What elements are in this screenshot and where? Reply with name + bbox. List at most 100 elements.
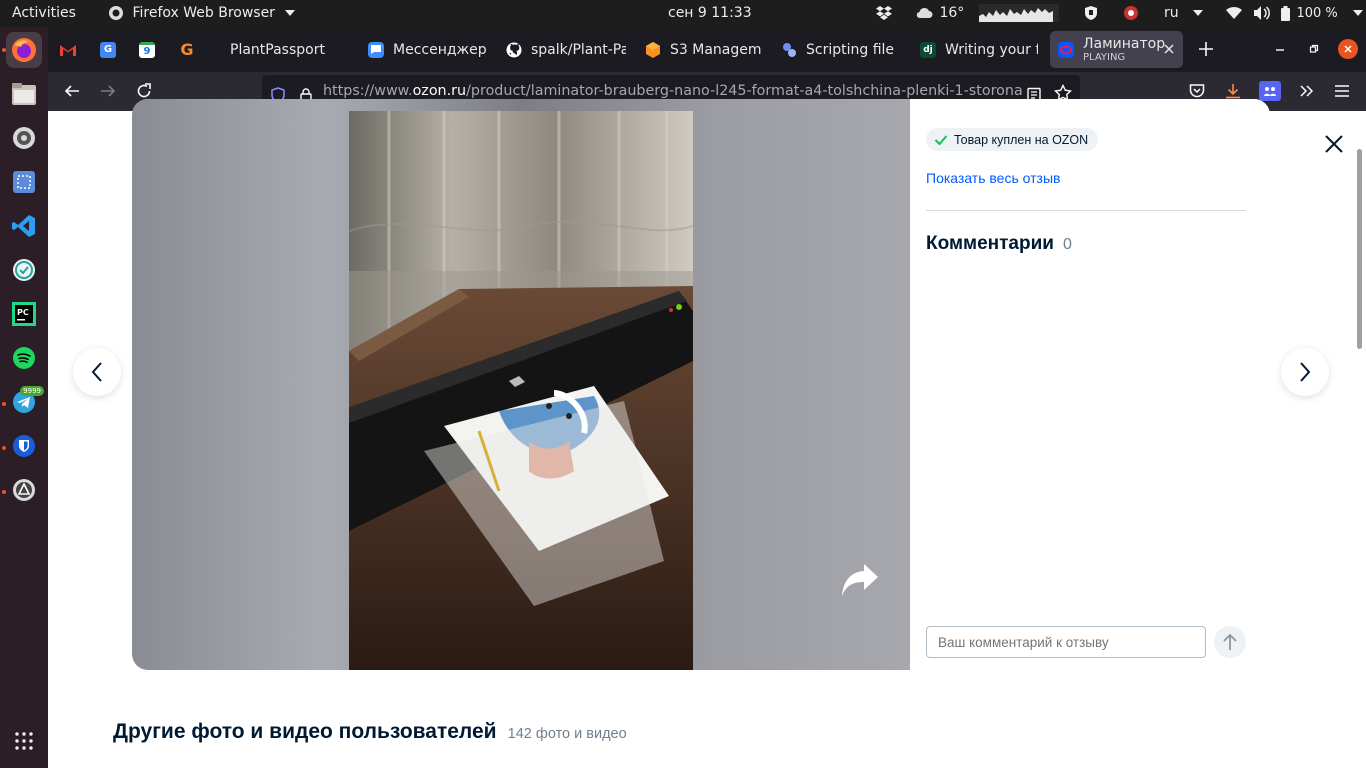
dock-files[interactable] xyxy=(6,76,42,112)
forward-button[interactable] xyxy=(98,81,118,101)
dock-telegram[interactable]: 9999 xyxy=(6,384,44,420)
dock-network-app[interactable] xyxy=(6,252,42,288)
minimize-button[interactable] xyxy=(1270,39,1290,59)
bitwarden-icon xyxy=(13,435,35,457)
ubuntu-dock: PC 9999 xyxy=(0,27,48,768)
dock-settings[interactable] xyxy=(6,120,42,156)
pycharm-icon: PC xyxy=(12,302,36,326)
close-modal-button[interactable] xyxy=(1324,134,1344,154)
dock-pycharm[interactable]: PC xyxy=(6,296,42,332)
minimize-icon xyxy=(1276,49,1284,51)
section-title: Другие фото и видео пользователей xyxy=(113,720,497,743)
system-monitor-graph[interactable] xyxy=(979,0,1059,27)
back-button[interactable] xyxy=(62,81,82,101)
url-prefix: https://www. xyxy=(323,83,413,99)
tab-grammarly[interactable]: G xyxy=(179,31,203,68)
tab-plantpassport[interactable]: PlantPassport xyxy=(230,31,348,68)
tab-label: Writing your fi xyxy=(945,41,1038,58)
firefox-icon xyxy=(12,38,36,62)
app-menu-label: Firefox Web Browser xyxy=(132,5,275,21)
dock-bitwarden[interactable] xyxy=(6,428,42,464)
tab-django[interactable]: dj Writing your fi xyxy=(920,31,1038,68)
scripting-icon xyxy=(781,42,797,58)
divider xyxy=(926,210,1246,211)
svg-text:PC: PC xyxy=(17,308,29,317)
show-full-review-link[interactable]: Показать весь отзыв xyxy=(926,170,1060,186)
downloads-button[interactable] xyxy=(1223,81,1243,101)
dock-show-applications[interactable] xyxy=(6,723,42,759)
plus-icon xyxy=(1199,42,1213,56)
checkmark-icon xyxy=(934,134,948,145)
page-content: Товар куплен на OZON Показать весь отзыв… xyxy=(48,99,1366,768)
comments-title: Комментарии xyxy=(926,233,1054,254)
lock-icon[interactable] xyxy=(298,83,314,103)
grammarly-icon: G xyxy=(180,40,194,59)
tab-github[interactable]: spalk/Plant-Pa xyxy=(506,31,626,68)
folder-icon xyxy=(12,83,36,105)
tab-label: spalk/Plant-Pa xyxy=(531,41,626,58)
extension-button[interactable] xyxy=(1259,81,1281,101)
close-tab-icon[interactable] xyxy=(1163,43,1175,55)
dock-spotify[interactable] xyxy=(6,340,42,376)
arrow-right-icon xyxy=(101,85,116,97)
keyboard-layout-label: ru xyxy=(1164,5,1179,21)
other-media-section-header: Другие фото и видео пользователей 142 фо… xyxy=(113,720,627,744)
comment-input[interactable] xyxy=(926,626,1206,658)
gmail-icon xyxy=(60,42,76,58)
share-button[interactable] xyxy=(840,562,880,598)
restore-button[interactable] xyxy=(1304,39,1324,59)
next-media-button[interactable] xyxy=(1281,348,1329,396)
system-top-bar: Activities Firefox Web Browser сен 9 11:… xyxy=(0,0,1366,27)
review-photo[interactable] xyxy=(349,111,693,670)
close-window-button[interactable] xyxy=(1338,39,1358,59)
tab-ozon-active[interactable]: Ламинатор PLAYING xyxy=(1050,31,1183,68)
comments-header: Комментарии 0 xyxy=(926,233,1072,255)
volume-icon[interactable] xyxy=(1254,0,1271,27)
clock[interactable]: сен 9 11:33 xyxy=(668,0,752,27)
chevron-down-icon[interactable] xyxy=(1353,0,1363,27)
tab-gmail[interactable] xyxy=(60,31,84,68)
pocket-button[interactable] xyxy=(1187,81,1207,101)
send-comment-button[interactable] xyxy=(1214,626,1246,658)
django-icon: dj xyxy=(920,41,936,58)
tab-calendar[interactable]: 9 xyxy=(139,31,163,68)
previous-media-button[interactable] xyxy=(73,348,121,396)
arrow-up-icon xyxy=(1223,633,1237,650)
shield-icon[interactable] xyxy=(1083,0,1099,27)
spotify-icon xyxy=(13,347,35,369)
app-menu-button[interactable] xyxy=(1332,81,1352,101)
app-grid-icon xyxy=(15,732,33,750)
reload-button[interactable] xyxy=(134,81,154,101)
download-icon xyxy=(1226,84,1240,99)
share-arrow-icon xyxy=(842,564,878,596)
new-tab-button[interactable] xyxy=(1196,39,1216,59)
app-menu[interactable]: Firefox Web Browser xyxy=(108,0,296,27)
battery-indicator[interactable]: 100 % xyxy=(1281,0,1338,27)
calendar-icon: 9 xyxy=(139,41,155,58)
dock-screenshot[interactable] xyxy=(6,164,42,200)
purchased-badge: Товар куплен на OZON xyxy=(926,128,1099,151)
more-tools-button[interactable] xyxy=(1296,81,1316,101)
arrow-left-icon xyxy=(64,85,79,97)
activities-button[interactable]: Activities xyxy=(12,0,76,27)
tab-messenger[interactable]: Мессенджер xyxy=(368,31,488,68)
tracking-protection-icon[interactable] xyxy=(270,83,286,103)
tab-label: Ламинатор xyxy=(1083,36,1166,52)
reader-view-icon[interactable] xyxy=(1026,83,1042,103)
tab-translate[interactable]: G xyxy=(100,31,124,68)
tab-s3[interactable]: S3 Manageme xyxy=(645,31,761,68)
dock-firefox[interactable] xyxy=(6,32,42,68)
page-scrollbar[interactable] xyxy=(1357,149,1362,349)
update-notifier-icon[interactable] xyxy=(1122,0,1140,27)
keyboard-layout-indicator[interactable]: ru xyxy=(1164,0,1204,27)
battery-label: 100 % xyxy=(1296,6,1338,21)
bookmark-star-icon[interactable] xyxy=(1053,82,1073,102)
dock-software-updater[interactable] xyxy=(6,472,42,508)
weather-indicator[interactable]: 16° xyxy=(915,0,964,27)
dock-vscode[interactable] xyxy=(6,208,42,244)
wifi-icon[interactable] xyxy=(1226,0,1242,27)
firefox-small-icon xyxy=(109,6,123,20)
dropbox-icon[interactable] xyxy=(876,0,892,27)
tab-scripting[interactable]: Scripting file d xyxy=(781,31,899,68)
chevron-down-icon xyxy=(285,10,296,16)
